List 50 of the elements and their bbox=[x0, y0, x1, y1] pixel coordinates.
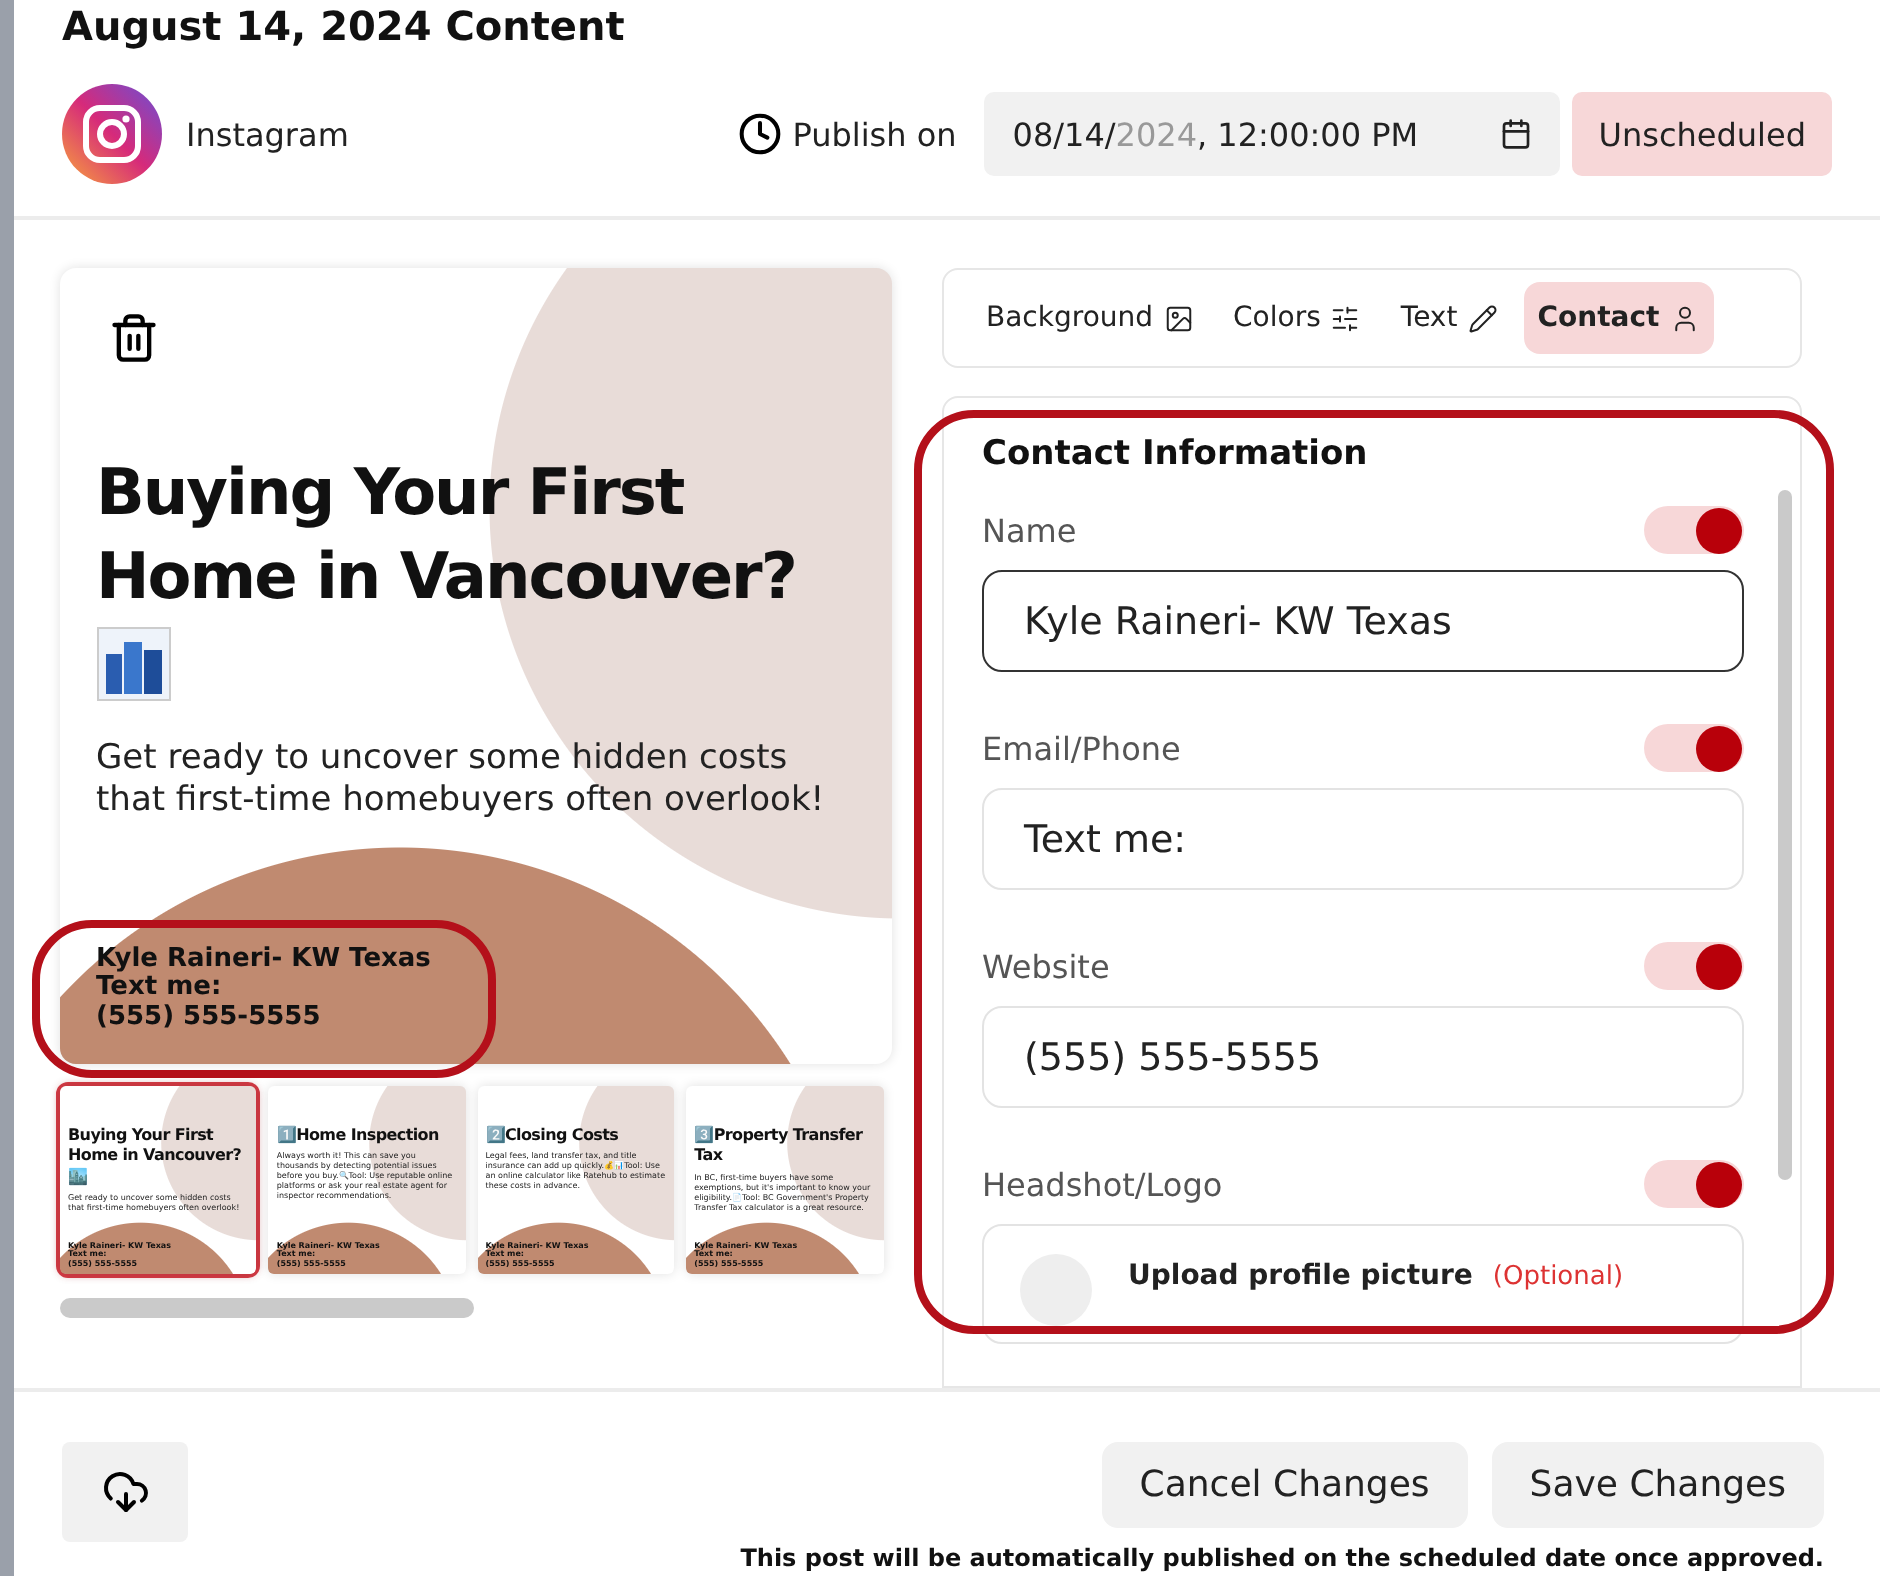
field-label: Email/Phone bbox=[982, 729, 1181, 767]
slide-thumbnail-card[interactable] bbox=[477, 1086, 675, 1275]
contact-text: Text me: bbox=[96, 974, 222, 1004]
slide-title: 2⃣Closing Costs bbox=[485, 1126, 621, 1147]
dialog-title: August 14, 2024 Content bbox=[60, 0, 627, 52]
scrollbar[interactable] bbox=[60, 1298, 474, 1319]
slide-title: 3⃣Property Transfer Tax bbox=[694, 1126, 865, 1168]
footer-note: This post will be automatically published on the scheduled date once approved. bbox=[740, 1544, 1824, 1572]
toggle-switch[interactable] bbox=[1644, 724, 1744, 772]
pencil-icon bbox=[1467, 303, 1498, 333]
field-label: Website bbox=[982, 947, 1110, 985]
status-badge: Unscheduled bbox=[1572, 92, 1832, 176]
field-label: Headshot/Logo bbox=[982, 1165, 1223, 1203]
footer-button[interactable]: Cancel Changes bbox=[1101, 1442, 1468, 1528]
user-icon bbox=[1669, 303, 1700, 333]
slide-title: 1⃣Home Inspection bbox=[276, 1126, 441, 1147]
tab[interactable]: Text bbox=[1386, 282, 1512, 354]
field-label: Name bbox=[982, 511, 1077, 549]
tab[interactable]: Background bbox=[972, 282, 1208, 354]
date-time-field[interactable]: 08/14/2024, 12:00:00 PM bbox=[984, 92, 1561, 176]
footer-button[interactable]: Save Changes bbox=[1491, 1442, 1824, 1528]
publish-label: Publish on bbox=[792, 115, 957, 153]
scrollbar[interactable] bbox=[1778, 490, 1792, 1180]
contact-text: Kyle Raineri- KW Texas bbox=[96, 946, 431, 975]
input-field[interactable]: (555) 555-5555 bbox=[982, 1006, 1744, 1108]
input-field[interactable]: Text me: bbox=[982, 788, 1744, 890]
sliders-icon bbox=[1330, 303, 1361, 333]
platform-name: Instagram bbox=[186, 115, 349, 153]
download-button[interactable] bbox=[62, 1442, 188, 1542]
slide-thumbnail-card[interactable] bbox=[686, 1086, 883, 1275]
slide-title: Buying Your First Home in Vancouver?🏙 bbox=[68, 1126, 244, 1189]
cloud-download-icon bbox=[101, 1468, 149, 1516]
trash-icon[interactable] bbox=[108, 312, 160, 364]
calendar-icon[interactable] bbox=[1500, 118, 1533, 150]
clock-icon bbox=[738, 112, 783, 156]
tab[interactable]: Contact bbox=[1523, 282, 1714, 354]
upload-field[interactable]: Upload profile picture (Optional) bbox=[982, 1224, 1744, 1344]
slide-title: Buying Your First Home in Vancouver? bbox=[96, 452, 798, 618]
contact-text: (555) 555-5555 bbox=[96, 1003, 321, 1032]
panel-heading: Contact Information bbox=[982, 434, 1370, 474]
image-icon bbox=[1163, 303, 1194, 333]
toggle-switch[interactable] bbox=[1644, 506, 1744, 554]
city-buildings-icon bbox=[96, 626, 172, 703]
tab[interactable]: Colors bbox=[1219, 282, 1375, 354]
input-field[interactable]: Kyle Raineri- KW Texas bbox=[982, 570, 1744, 672]
camera-logo-icon bbox=[62, 84, 162, 184]
toggle-switch[interactable] bbox=[1644, 942, 1744, 990]
toggle-switch[interactable] bbox=[1644, 1160, 1744, 1208]
slide-body-text: Get ready to uncover some hidden costs that first-time homebuyers often overlook! bbox=[96, 738, 827, 824]
slide-thumbnail-card[interactable] bbox=[268, 1086, 466, 1275]
